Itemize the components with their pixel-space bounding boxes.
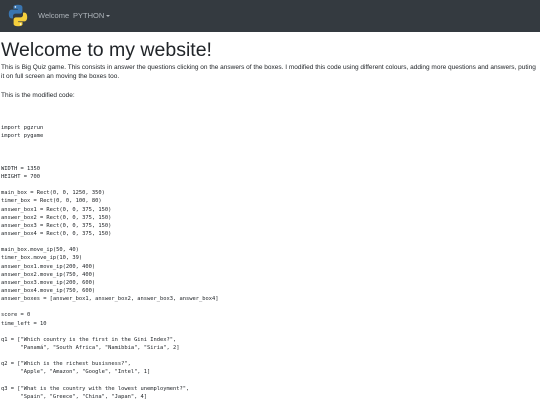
page-title: Welcome to my website! [1,39,212,61]
modified-code-label: This is the modified code: [1,92,75,99]
nav-link-welcome[interactable]: Welcome [38,11,69,21]
top-navbar: Welcome PYTHON [0,0,540,32]
code-line: WIDTH = 1350 [1,165,40,172]
code-line: "Apple", "Amazon", "Google", "Intel", 1] [1,369,151,376]
code-line: score = 0 [1,312,31,319]
code-line: "Spain", "Greece", "China", "Japan", 4] [1,393,148,400]
code-line: answer_boxes = [answer_box1, answer_box2… [1,296,219,303]
code-line: q3 = ["What is the country with the lowe… [1,385,190,392]
nav-dropdown-python-label: PYTHON [73,11,105,20]
code-line: answer_box4.move_ip(750, 600) [1,287,96,294]
code-line: main_box = Rect(0, 0, 1250, 350) [1,190,105,197]
code-line: q2 = ["Which is the richest busisness?", [1,361,131,368]
code-line: q1 = ["Which country is the first in the… [1,336,177,343]
code-line: timer_box.move_ip(10, 39) [1,255,83,262]
nav-dropdown-python[interactable]: PYTHON [73,11,111,21]
python-logo-icon[interactable] [7,4,29,27]
main-content: Welcome to my website! This is Big Quiz … [0,32,540,405]
code-line: import pgzrun [1,125,44,132]
code-line: main_box.move_ip(50, 40) [1,247,79,254]
code-line: answer_box3.move_ip(200, 600) [1,279,96,286]
code-line: answer_box4 = Rect(0, 0, 375, 150) [1,230,112,237]
code-line: "Panamá", "South Africa", "Namibbia", "S… [1,344,180,351]
code-line: answer_box1 = Rect(0, 0, 375, 150) [1,206,112,213]
code-line: time_left = 10 [1,320,47,327]
code-line: import pygame [1,133,44,140]
code-line: answer_box1.move_ip(200, 400) [1,263,96,270]
caret-down-icon [106,15,111,17]
code-block: import pgzrun import pygame WIDTH = 1350 HE… [1,116,539,401]
page-description: This is Big Quiz game. This consists in … [1,64,536,80]
code-line: HEIGHT = 700 [1,173,40,180]
code-line: answer_box2 = Rect(0, 0, 375, 150) [1,214,112,221]
code-line: answer_box2.move_ip(750, 400) [1,271,96,278]
code-line: timer_box = Rect(0, 0, 100, 80) [1,198,102,205]
code-line: answer_box3 = Rect(0, 0, 375, 150) [1,222,112,229]
